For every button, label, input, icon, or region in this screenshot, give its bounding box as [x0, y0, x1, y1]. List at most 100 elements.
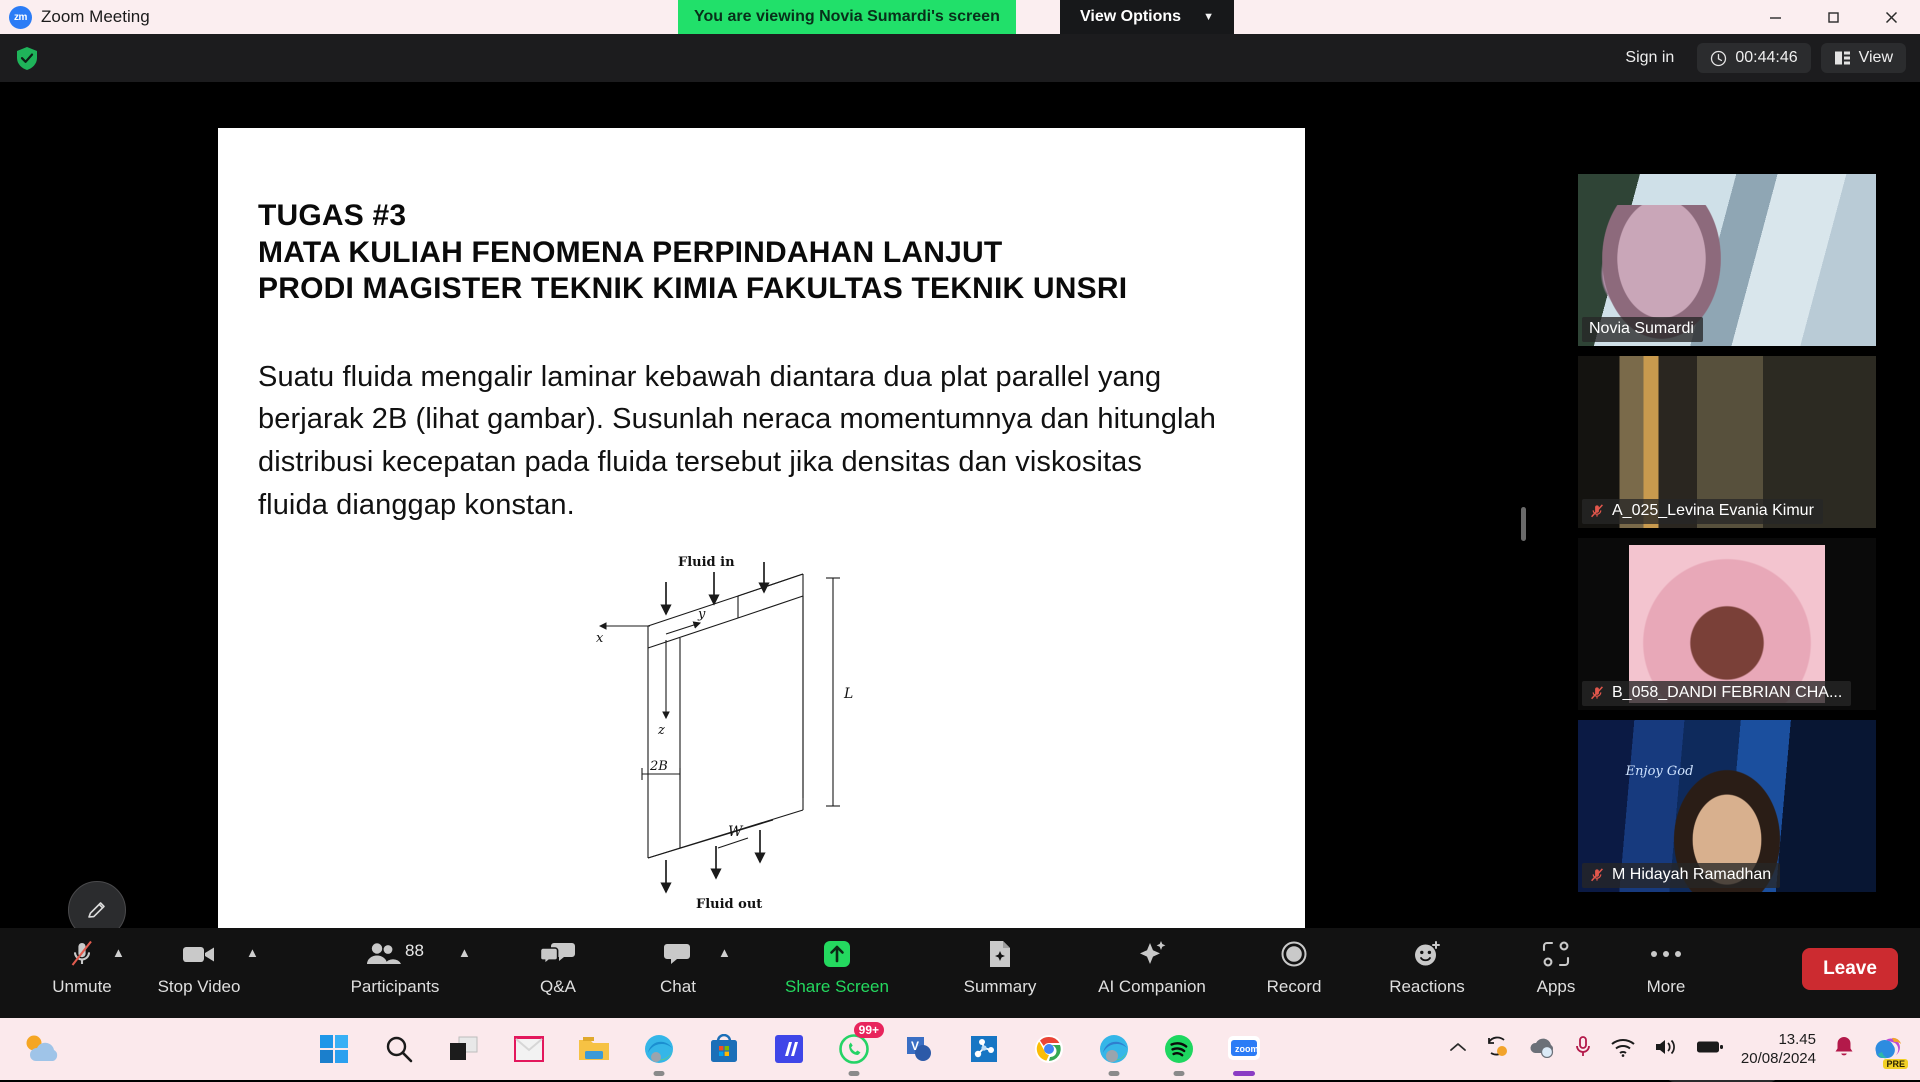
tray-microphone-button[interactable] [1573, 1035, 1593, 1064]
record-circle-icon [1279, 937, 1309, 971]
leave-meeting-button[interactable]: Leave [1802, 948, 1898, 990]
zoom-logo-icon: zm [9, 5, 32, 29]
chat-bubble-icon [663, 937, 693, 971]
toolbar-apps-button[interactable]: Apps [1506, 937, 1606, 997]
toolbar-unmute-button[interactable]: Unmute ▲ [30, 937, 134, 997]
running-indicator [1108, 1071, 1120, 1076]
tray-notification-button[interactable] [1833, 1035, 1855, 1064]
taskbar-visio-button[interactable]: V [900, 1030, 938, 1068]
video-tile-0[interactable]: Novia Sumardi [1578, 174, 1876, 346]
folder-icon [579, 1037, 609, 1060]
running-indicator [848, 1071, 860, 1076]
video-tile-2[interactable]: B_058_DANDI FEBRIAN CHA... [1578, 538, 1876, 710]
tray-battery-button[interactable] [1696, 1038, 1724, 1061]
toolbar-participants-button[interactable]: 88 Participants ▲ [320, 937, 471, 997]
taskbar-microsoft-store-button[interactable] [705, 1030, 743, 1068]
toolbar-reactions-button[interactable]: Reactions [1360, 937, 1494, 997]
tray-onedrive-sync-button[interactable] [1485, 1035, 1511, 1064]
toolbar-record-button[interactable]: Record [1240, 937, 1348, 997]
taskbar-mail-button[interactable] [510, 1030, 548, 1068]
slide-heading-line-2: MATA KULIAH FENOMENA PERPINDAHAN LANJUT [258, 235, 1003, 269]
participants-options-caret[interactable]: ▲ [458, 945, 471, 960]
speaker-icon [1655, 1039, 1675, 1054]
qa-bubbles-icon [540, 937, 576, 971]
participant-name-0: Novia Sumardi [1589, 320, 1694, 337]
taskbar-clock[interactable]: 13.45 20/08/2024 [1741, 1030, 1816, 1069]
taskbar-chemdraw-button[interactable] [965, 1030, 1003, 1068]
window-title-bar: zm Zoom Meeting You are viewing Novia Su… [0, 0, 1920, 34]
start-windows-icon [320, 1035, 348, 1063]
toolbar-chat-button[interactable]: Chat ▲ [626, 937, 731, 997]
toolbar-stop-video-button[interactable]: Stop Video ▲ [134, 937, 264, 997]
taskbar-chrome-button[interactable] [1030, 1030, 1068, 1068]
toolbar-share-screen-button[interactable]: Share Screen [764, 937, 910, 997]
taskbar-app-icons: 99+ V zoom [315, 1018, 1263, 1080]
leave-label: Leave [1823, 958, 1877, 979]
close-button[interactable] [1862, 0, 1920, 34]
clock-icon [1711, 50, 1727, 66]
participant-name-2: B_058_DANDI FEBRIAN CHA... [1612, 684, 1843, 701]
video-options-caret[interactable]: ▲ [246, 945, 259, 960]
taskbar-start-button[interactable] [315, 1030, 353, 1068]
toolbar-label: AI Companion [1098, 977, 1206, 996]
taskbar-edge-button[interactable] [640, 1030, 678, 1076]
screen-share-banner-text: You are viewing Novia Sumardi's screen [694, 8, 1000, 25]
active-window-indicator [1233, 1071, 1255, 1076]
mail-icon [514, 1036, 544, 1062]
taskbar-weather-widget[interactable] [20, 1029, 66, 1063]
shared-slide: TUGAS #3 MATA KULIAH FENOMENA PERPINDAHA… [218, 128, 1305, 934]
chat-options-caret[interactable]: ▲ [718, 945, 731, 960]
tray-copilot-button[interactable]: PRE [1872, 1032, 1908, 1069]
minimize-button[interactable] [1746, 0, 1804, 34]
screen-share-banner: You are viewing Novia Sumardi's screen [678, 0, 1016, 34]
tray-wifi-button[interactable] [1610, 1036, 1636, 1063]
video-tile-3[interactable]: Enjoy God M Hidayah Ramadhan [1578, 720, 1876, 892]
taskbar-mendeley-button[interactable] [770, 1030, 808, 1068]
mic-muted-icon [1591, 686, 1603, 700]
close-icon [1885, 11, 1897, 23]
chevron-up-icon [1450, 1042, 1466, 1051]
system-tray: 13.45 20/08/2024 PRE [1448, 1018, 1908, 1080]
slide-heading: TUGAS #3 MATA KULIAH FENOMENA PERPINDAHA… [258, 198, 1305, 308]
taskbar-spotify-button[interactable] [1160, 1030, 1198, 1076]
toolbar-qa-button[interactable]: Q&A [508, 937, 608, 997]
toolbar-label: Apps [1536, 977, 1576, 996]
toolbar-more-button[interactable]: More [1616, 937, 1716, 997]
task-view-icon [450, 1036, 478, 1060]
slide-body-text: Suatu fluida mengalir laminar kebawah di… [258, 360, 1216, 521]
meeting-timer[interactable]: 00:44:46 [1697, 43, 1811, 73]
more-dots-icon [1649, 937, 1683, 971]
tray-overflow-button[interactable] [1448, 1040, 1468, 1059]
window-controls [1746, 0, 1920, 34]
toolbar-summary-button[interactable]: Summary [938, 937, 1062, 997]
meeting-timer-value: 00:44:46 [1735, 49, 1798, 66]
taskbar-task-view-button[interactable] [445, 1030, 483, 1068]
ai-sparkle-icon [1136, 937, 1168, 971]
taskbar-edge-profile-button[interactable] [1095, 1030, 1133, 1076]
taskbar-file-explorer-button[interactable] [575, 1030, 613, 1068]
taskbar-search-button[interactable] [380, 1030, 418, 1068]
taskbar-whatsapp-button[interactable]: 99+ [835, 1022, 884, 1076]
sign-in-button[interactable]: Sign in [1612, 43, 1687, 73]
maximize-button[interactable] [1804, 0, 1862, 34]
toolbar-ai-companion-button[interactable]: AI Companion [1074, 937, 1230, 997]
mic-options-caret[interactable]: ▲ [112, 945, 125, 960]
microsoft-edge-icon [645, 1035, 673, 1063]
encryption-shield-icon[interactable] [16, 46, 38, 70]
slide-heading-line-1: TUGAS #3 [258, 199, 407, 232]
taskbar-zoom-button[interactable]: zoom [1225, 1030, 1263, 1076]
tray-volume-button[interactable] [1653, 1036, 1679, 1063]
video-tile-1[interactable]: A_025_Levina Evania Kimur [1578, 356, 1876, 528]
view-layout-button[interactable]: View [1820, 43, 1906, 73]
panel-resize-handle[interactable] [1521, 507, 1526, 541]
clock-time: 13.45 [1778, 1030, 1816, 1048]
toolbar-label: Participants [350, 977, 440, 996]
microphone-icon [1576, 1035, 1590, 1056]
view-options-button[interactable]: View Options ▼ [1060, 0, 1234, 34]
mic-muted-icon [67, 937, 97, 971]
toolbar-label: Unmute [52, 977, 112, 996]
sign-in-label: Sign in [1625, 49, 1675, 66]
tray-cloud-sync-button[interactable] [1528, 1036, 1556, 1063]
wifi-icon [1611, 1038, 1635, 1057]
participant-name-1: A_025_Levina Evania Kimur [1612, 502, 1814, 519]
